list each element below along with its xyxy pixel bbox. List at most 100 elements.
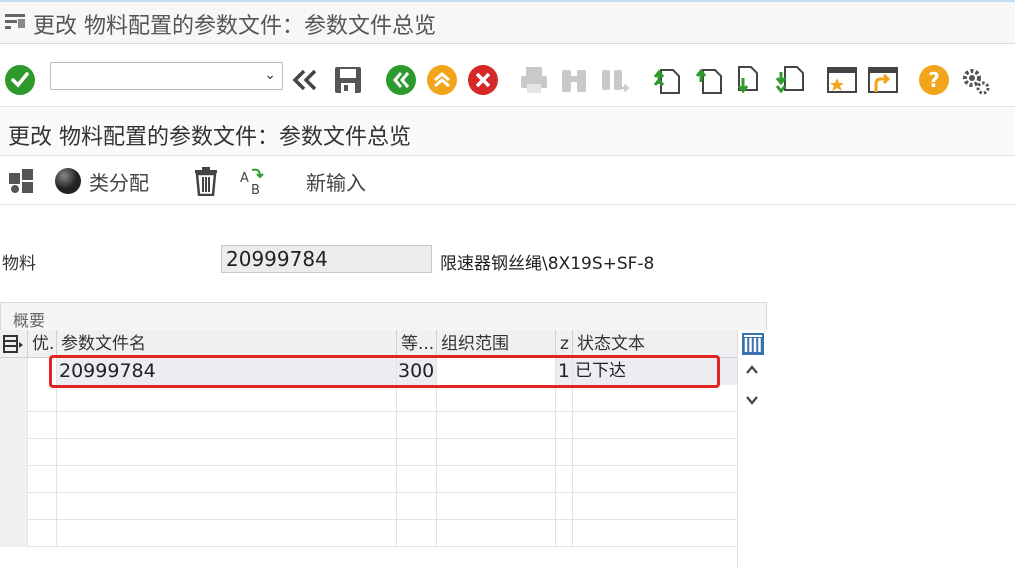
delete-icon[interactable] <box>192 165 220 197</box>
new-entries-label: 新输入 <box>306 170 366 195</box>
col-priority[interactable]: 优. <box>28 330 57 358</box>
find-next-icon[interactable] <box>598 64 630 96</box>
row-selector[interactable] <box>0 412 28 439</box>
cell-level[interactable] <box>397 493 437 520</box>
configuration-icon[interactable] <box>6 165 38 197</box>
material-field-row: 物料 20999784 限速器钢丝绳\8X19S+SF-8 <box>0 244 700 274</box>
col-status-text[interactable]: 状态文本 <box>573 330 737 358</box>
cell-priority[interactable] <box>28 412 57 439</box>
command-field[interactable]: ⌄ <box>50 62 283 90</box>
col-org-area[interactable]: 组织范围 <box>437 330 556 358</box>
rename-icon[interactable]: AB <box>238 165 266 197</box>
cancel-icon[interactable] <box>467 64 499 96</box>
back-double-icon[interactable] <box>289 64 321 96</box>
cell-org-area[interactable] <box>437 385 556 412</box>
cell-org-area[interactable] <box>437 439 556 466</box>
svg-text:B: B <box>251 183 260 196</box>
table-row[interactable] <box>0 466 737 493</box>
scroll-up-icon[interactable] <box>745 363 759 381</box>
find-icon[interactable] <box>558 64 590 96</box>
cell-status-text <box>573 385 737 412</box>
row-selector[interactable] <box>0 439 28 466</box>
window-title: 更改 物料配置的参数文件：参数文件总览 <box>33 14 436 39</box>
svg-text:?: ? <box>928 68 940 92</box>
cell-level[interactable] <box>397 439 437 466</box>
cell-profile-name[interactable] <box>57 439 397 466</box>
cell-priority[interactable] <box>28 439 57 466</box>
cell-status[interactable] <box>556 520 573 547</box>
cell-status[interactable] <box>556 412 573 439</box>
overview-caption: 概要 <box>13 311 46 330</box>
next-page-icon[interactable] <box>735 64 767 96</box>
cell-priority[interactable] <box>28 385 57 412</box>
table-row[interactable] <box>0 439 737 466</box>
cell-priority[interactable] <box>28 520 57 547</box>
cell-level[interactable] <box>397 520 437 547</box>
empty-area <box>767 205 1015 567</box>
svg-text:A: A <box>240 171 249 186</box>
menu-icon[interactable] <box>4 12 26 30</box>
cell-profile-name[interactable] <box>57 385 397 412</box>
cell-profile-name[interactable] <box>57 520 397 547</box>
print-icon[interactable] <box>518 64 550 96</box>
row-highlight-annotation <box>49 355 720 388</box>
create-session-icon[interactable] <box>826 64 858 96</box>
row-selector[interactable] <box>0 385 28 412</box>
cell-profile-name[interactable] <box>57 466 397 493</box>
cell-org-area[interactable] <box>437 520 556 547</box>
cell-status-text <box>573 520 737 547</box>
standard-toolbar: ⌄ ? <box>0 54 1015 106</box>
class-assign-label: 类分配 <box>89 170 149 195</box>
table-row[interactable] <box>0 385 737 412</box>
row-selector[interactable] <box>0 520 28 547</box>
cell-status[interactable] <box>556 466 573 493</box>
scroll-down-icon[interactable] <box>745 392 759 411</box>
back-icon[interactable] <box>385 64 417 96</box>
cell-priority[interactable] <box>28 493 57 520</box>
material-input[interactable]: 20999784 <box>221 245 432 273</box>
row-selector[interactable] <box>0 493 28 520</box>
col-profile-name[interactable]: 参数文件名 <box>57 330 397 358</box>
cell-profile-name[interactable] <box>57 412 397 439</box>
cell-level[interactable] <box>397 412 437 439</box>
col-level[interactable]: 等... <box>397 330 437 358</box>
chevron-down-icon[interactable]: ⌄ <box>264 67 276 83</box>
cell-priority[interactable] <box>28 466 57 493</box>
table-row[interactable] <box>0 412 737 439</box>
cell-org-area[interactable] <box>437 412 556 439</box>
cell-status[interactable] <box>556 385 573 412</box>
cell-level[interactable] <box>397 385 437 412</box>
cell-status-text <box>573 412 737 439</box>
cell-status[interactable] <box>556 439 573 466</box>
shortcut-icon[interactable] <box>867 64 899 96</box>
table-scroll-column <box>737 330 767 567</box>
col-status[interactable]: z <box>556 330 573 358</box>
material-label: 物料 <box>2 254 36 274</box>
cell-profile-name[interactable] <box>57 493 397 520</box>
cell-level[interactable] <box>397 466 437 493</box>
class-assign-button[interactable]: 类分配 <box>54 165 149 197</box>
cell-org-area[interactable] <box>437 493 556 520</box>
help-icon[interactable]: ? <box>918 64 950 96</box>
new-entries-button[interactable]: 新输入 <box>306 165 366 197</box>
material-description: 限速器钢丝绳\8X19S+SF-8 <box>440 254 655 274</box>
sphere-icon <box>55 168 81 194</box>
table-row[interactable] <box>0 520 737 547</box>
row-selector[interactable] <box>0 466 28 493</box>
previous-page-icon[interactable] <box>693 64 725 96</box>
cell-status-text <box>573 493 737 520</box>
cell-org-area[interactable] <box>437 466 556 493</box>
table-header: 优. 参数文件名 等... 组织范围 z 状态文本 <box>0 330 737 358</box>
row-selector[interactable] <box>0 358 28 385</box>
cell-status-text <box>573 466 737 493</box>
table-row[interactable] <box>0 493 737 520</box>
exit-icon[interactable] <box>426 64 458 96</box>
last-page-icon[interactable] <box>775 64 807 96</box>
cell-status[interactable] <box>556 493 573 520</box>
table-settings-icon[interactable] <box>0 330 28 358</box>
column-chooser-icon[interactable] <box>741 332 765 360</box>
enter-icon[interactable] <box>4 64 36 96</box>
first-page-icon[interactable] <box>651 64 683 96</box>
settings-icon[interactable] <box>959 64 991 96</box>
save-icon[interactable] <box>332 64 364 96</box>
